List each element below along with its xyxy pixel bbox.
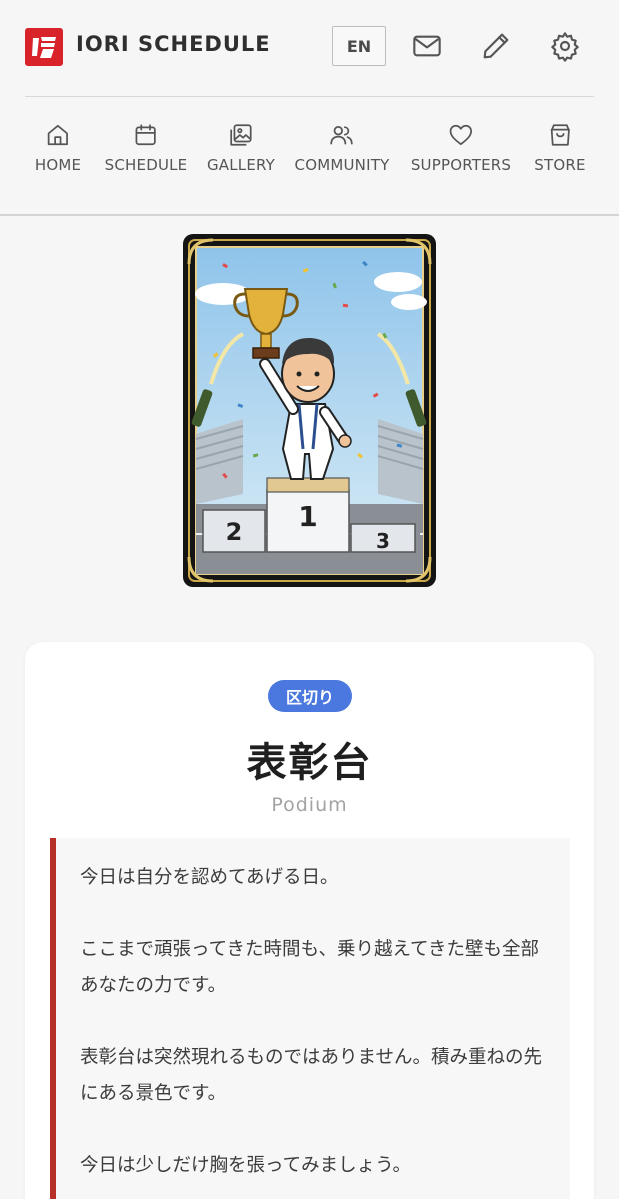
nav-item-home[interactable]: HOME — [35, 122, 81, 174]
gallery-icon — [230, 124, 252, 146]
header-divider — [25, 96, 594, 97]
category-tag: 区切り — [268, 680, 352, 712]
nav-item-store[interactable]: STORE — [534, 122, 585, 174]
pencil-icon[interactable] — [478, 28, 514, 64]
nav-item-community[interactable]: COMMUNITY — [295, 122, 390, 174]
message-paragraph: 今日は自分を認めてあげる日。 — [80, 867, 339, 888]
community-icon — [330, 126, 354, 145]
home-icon — [47, 124, 69, 146]
message-paragraph: ここまで頑張ってきた時間も、乗り越えてきた壁も全部あなたの力です。 — [80, 939, 539, 996]
nav-label: SCHEDULE — [104, 156, 188, 174]
nav-label: GALLERY — [206, 156, 276, 174]
message-paragraph: 今日は少しだけ胸を張ってみましょう。 — [80, 1155, 411, 1176]
nav-item-schedule[interactable]: SCHEDULE — [105, 122, 188, 174]
message-card: 区切り 表彰台 Podium 今日は自分を認めてあげる日。 ここまで頑張ってきた… — [25, 642, 594, 1199]
app-header: IORI SCHEDULE EN — [0, 0, 619, 96]
card-subtitle: Podium — [271, 794, 348, 816]
podium-first-label: 1 — [298, 500, 317, 533]
nav-label: STORE — [534, 156, 586, 174]
nav-label: HOME — [34, 156, 82, 174]
brand-logo[interactable] — [25, 28, 63, 66]
nav-divider — [0, 214, 619, 216]
shopping-bag-icon — [550, 124, 570, 146]
main-nav: HOME SCHEDULE GALLERY COMMUNITY SUPPORTE… — [0, 110, 619, 190]
language-toggle-button[interactable]: EN — [332, 26, 386, 66]
podium-card-image[interactable]: 2 1 3 — [183, 234, 436, 587]
nav-item-supporters[interactable]: SUPPORTERS — [411, 122, 511, 174]
podium-third-label: 3 — [376, 529, 390, 553]
nav-item-gallery[interactable]: GALLERY — [207, 122, 275, 174]
calendar-icon — [135, 124, 157, 146]
logo-glyph-icon — [32, 37, 56, 58]
podium-second-label: 2 — [226, 518, 243, 546]
nav-label: SUPPORTERS — [410, 156, 512, 174]
mail-icon[interactable] — [409, 28, 445, 64]
brand-name[interactable]: IORI SCHEDULE — [76, 32, 271, 56]
message-quote: 今日は自分を認めてあげる日。 ここまで頑張ってきた時間も、乗り越えてきた壁も全部… — [50, 838, 570, 1199]
gear-icon[interactable] — [547, 28, 583, 64]
message-paragraph: 表彰台は突然現れるものではありません。積み重ねの先にある景色です。 — [80, 1047, 542, 1104]
card-title: 表彰台 — [246, 740, 373, 786]
nav-label: COMMUNITY — [294, 156, 390, 174]
heart-icon — [449, 124, 473, 146]
